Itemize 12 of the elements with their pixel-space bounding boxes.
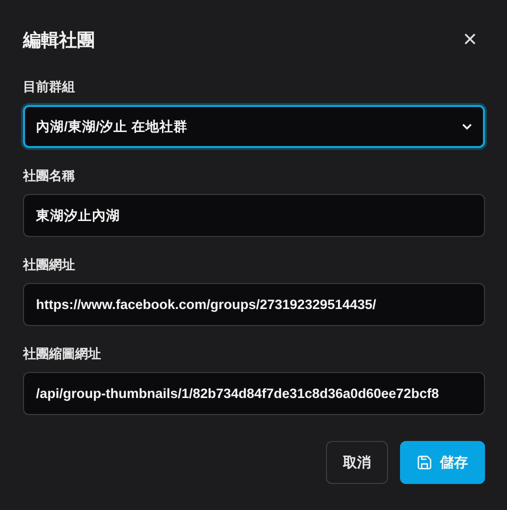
save-icon	[417, 455, 432, 470]
field-label: 社團縮圖網址	[23, 345, 102, 363]
chevron-down-icon	[462, 123, 472, 130]
field-label: 目前群組	[23, 78, 76, 96]
input-field[interactable]: 東湖汐止內湖	[23, 194, 485, 237]
dialog-title: 編輯社團	[23, 29, 95, 52]
input-field[interactable]: /api/group-thumbnails/1/82b734d84f7de31c8d36a0d60ee72bcf8	[23, 372, 485, 415]
cancel-button[interactable]: 取消	[326, 441, 388, 484]
field-label: 社團名稱	[23, 167, 76, 185]
group-select[interactable]: 內湖/東湖/汐止 在地社群	[23, 105, 485, 148]
input-field[interactable]: https://www.facebook.com/groups/273192329514435/	[23, 283, 485, 326]
field-label: 社團網址	[23, 256, 76, 274]
